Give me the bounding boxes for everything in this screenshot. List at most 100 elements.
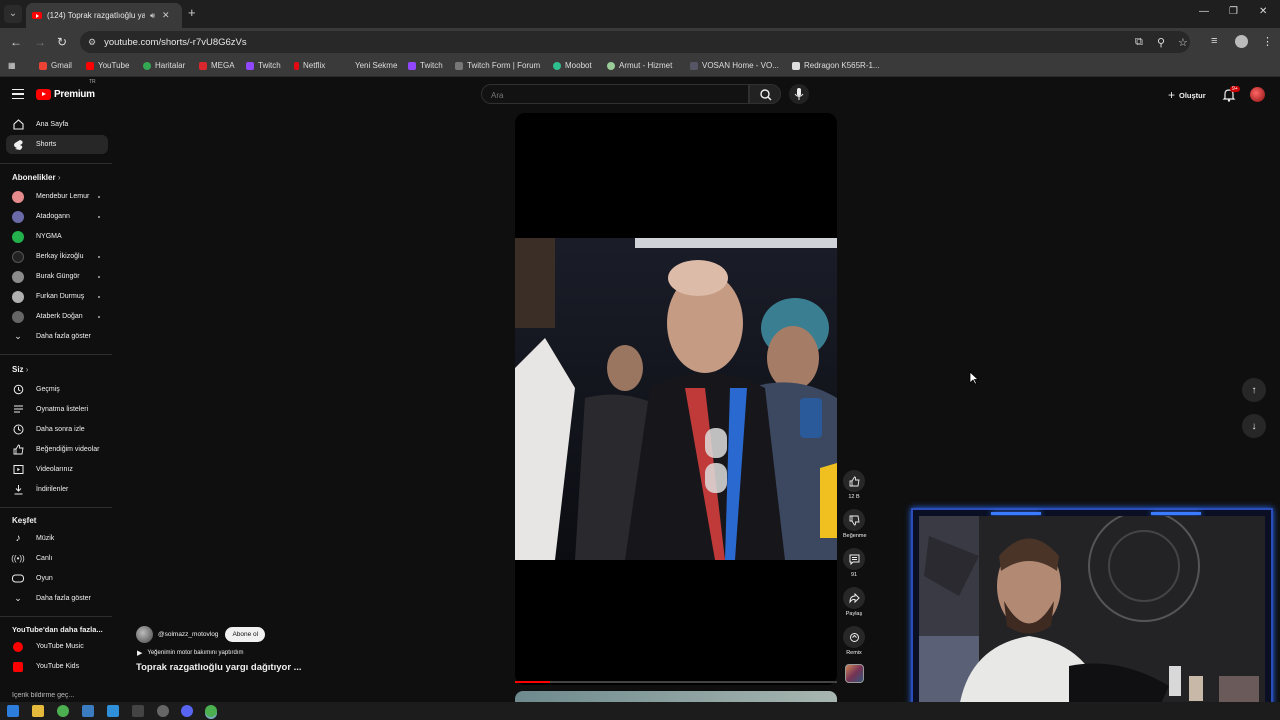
sidebar-item-live[interactable]: ((•)) Canlı — [6, 549, 108, 568]
channel-avatar[interactable] — [136, 626, 153, 643]
sidebar-item-music[interactable]: ♪ Müzik — [6, 529, 108, 548]
bookmark-netflix[interactable]: Netflix — [294, 61, 325, 70]
site-info-icon[interactable]: ⚙︎ — [88, 37, 96, 48]
play-icon: ▶ — [137, 650, 143, 657]
sidebar-item-shorts[interactable]: Shorts — [6, 135, 108, 154]
previous-short-button[interactable]: ↑ — [1242, 378, 1266, 402]
bookmark-haritalar[interactable]: Haritalar — [143, 61, 185, 70]
telegram-icon[interactable] — [107, 705, 119, 717]
shorts-icon — [12, 139, 24, 151]
cast-icon[interactable]: ⧉ — [1135, 36, 1143, 49]
active-tab[interactable]: (124) Toprak razgatlıoğlu ya 🔊︎ ✕ — [26, 3, 182, 28]
sidebar-item-subscription[interactable]: Furkan Durmuş — [6, 287, 108, 306]
short-video-player[interactable] — [515, 113, 837, 685]
back-arrow-icon[interactable]: ← — [10, 35, 22, 49]
sidebar-item-subscription[interactable]: Mendebur Lemur — [6, 187, 108, 206]
bookmark-redragon[interactable]: Redragon K565R-1... — [792, 61, 880, 70]
account-avatar[interactable] — [1250, 87, 1265, 102]
discord-icon[interactable] — [181, 705, 193, 717]
speaker-icon[interactable]: 🔊︎ — [150, 11, 155, 21]
chrome-menu-icon[interactable]: ⋮ — [1262, 35, 1273, 48]
media-control-icon[interactable]: ≡ — [1211, 35, 1217, 47]
new-content-dot — [98, 195, 100, 198]
comments-button[interactable]: 91 — [843, 548, 865, 578]
sidebar-item-subscription[interactable]: Berkay İkizoğlu — [6, 247, 108, 266]
minimize-icon[interactable]: — — [1199, 6, 1209, 17]
search-button[interactable] — [749, 84, 781, 104]
obs-icon[interactable] — [157, 705, 169, 717]
apps-grid-icon[interactable]: ▦ — [8, 61, 16, 70]
sidebar-item-subscription[interactable]: Ataberk Doğan — [6, 307, 108, 326]
bookmark-star-icon[interactable]: ☆ — [1178, 36, 1188, 49]
sidebar-item-gaming[interactable]: Oyun — [6, 569, 108, 588]
search-box[interactable] — [481, 84, 749, 105]
bookmark-armut[interactable]: Armut - Hizmet — [607, 61, 672, 70]
short-title[interactable]: Toprak razgatlıoğlu yargı dağıtıyor ... — [136, 662, 302, 673]
chrome-icon[interactable] — [57, 705, 69, 717]
window-close-icon[interactable]: ✕ — [1259, 6, 1267, 17]
tab-search-chevron-icon[interactable]: ⌄ — [4, 5, 22, 23]
reload-icon[interactable]: ↻ — [57, 35, 67, 49]
bookmark-twitch[interactable]: Twitch — [246, 61, 281, 70]
linked-video[interactable]: ▶ Yeğenimin motor bakımını yaptırdım — [137, 649, 244, 657]
share-button[interactable]: Paylaş — [843, 587, 865, 617]
next-short-button[interactable]: ↓ — [1242, 414, 1266, 438]
bookmark-vosan[interactable]: VOSAN Home - VO... — [690, 61, 779, 70]
app-icon[interactable] — [82, 705, 94, 717]
zoom-icon[interactable]: ⚲ — [1157, 36, 1165, 49]
sidebar-item-downloads[interactable]: İndirilenler — [6, 480, 108, 499]
arrow-down-icon: ↓ — [1251, 420, 1257, 432]
sidebar-item-subscription[interactable]: NYGMA — [6, 227, 108, 246]
download-icon — [12, 484, 24, 496]
bookmark-youtube[interactable]: YouTube — [86, 61, 129, 70]
menu-hamburger-icon[interactable] — [12, 89, 24, 99]
start-menu-icon[interactable] — [7, 705, 19, 717]
sidebar-item-your-videos[interactable]: Videolarınız — [6, 460, 108, 479]
subscriptions-heading[interactable]: Abonelikler › — [12, 173, 60, 182]
address-bar[interactable]: ⚙︎ youtube.com/shorts/-r7vU8G6zVs ⧉ ⚲ ☆ — [80, 31, 1190, 53]
twitch-icon — [408, 61, 416, 70]
sidebar-item-home[interactable]: Ana Sayfa — [6, 115, 108, 134]
tab-close-icon[interactable]: ✕ — [162, 10, 170, 21]
sidebar-item-liked-videos[interactable]: Beğendiğim videolar — [6, 440, 108, 459]
app-icon[interactable] — [132, 705, 144, 717]
sidebar-item-subscription[interactable]: Atadogann — [6, 207, 108, 226]
sidebar-item-youtube-music[interactable]: YouTube Music — [6, 637, 108, 656]
chrome-active-icon[interactable] — [205, 705, 217, 717]
forward-arrow-icon[interactable]: → — [34, 35, 46, 49]
bookmark-twitch-2[interactable]: Twitch — [408, 61, 443, 70]
profile-avatar[interactable] — [1235, 35, 1248, 48]
new-content-dot — [98, 215, 100, 218]
sidebar-item-cut-off[interactable]: İçerik bildirme geç... — [6, 692, 108, 702]
bookmark-gmail[interactable]: Gmail — [39, 61, 72, 70]
new-tab-plus-icon[interactable]: + — [188, 5, 196, 20]
maximize-icon[interactable]: ❐ — [1229, 6, 1238, 17]
sidebar-item-youtube-kids[interactable]: YouTube Kids — [6, 657, 108, 676]
sidebar-show-more-explore[interactable]: ⌄ Daha fazla göster — [6, 589, 108, 608]
create-button[interactable]: + Oluştur — [1168, 88, 1206, 102]
sidebar-item-history[interactable]: Geçmiş — [6, 380, 108, 399]
sidebar-item-watch-later[interactable]: Daha sonra izle — [6, 420, 108, 439]
next-short-preview[interactable] — [515, 691, 837, 702]
home-icon — [12, 119, 24, 131]
subscribe-button[interactable]: Abone ol — [225, 627, 266, 642]
bookmarks-bar: ▦ Gmail YouTube Haritalar MEGA Twitch Ne… — [0, 56, 1280, 77]
bookmark-mega[interactable]: MEGA — [199, 61, 235, 70]
voice-search-button[interactable] — [789, 84, 809, 104]
bookmark-twitch-forum[interactable]: Twitch Form | Forum — [455, 61, 540, 70]
file-explorer-icon[interactable] — [32, 705, 44, 717]
bookmark-moobot[interactable]: Moobot — [553, 61, 592, 70]
remix-button[interactable]: Remix — [843, 626, 865, 656]
youtube-premium-logo[interactable]: Premium — [36, 89, 95, 100]
video-progress-bar[interactable] — [515, 681, 837, 683]
audio-source-thumbnail[interactable] — [845, 664, 864, 683]
search-input[interactable] — [482, 86, 748, 105]
channel-handle[interactable]: @solmazz_motovlog — [158, 631, 218, 638]
like-button[interactable]: 12 B — [843, 470, 865, 500]
you-heading[interactable]: Siz › — [12, 365, 28, 374]
sidebar-show-more-subscriptions[interactable]: ⌄ Daha fazla göster — [6, 327, 108, 346]
bookmark-new-tab[interactable]: Yeni Sekme — [355, 61, 397, 70]
sidebar-item-playlists[interactable]: Oynatma listeleri — [6, 400, 108, 419]
dislike-button[interactable]: Beğenme — [843, 509, 867, 539]
sidebar-item-subscription[interactable]: Burak Güngör — [6, 267, 108, 286]
